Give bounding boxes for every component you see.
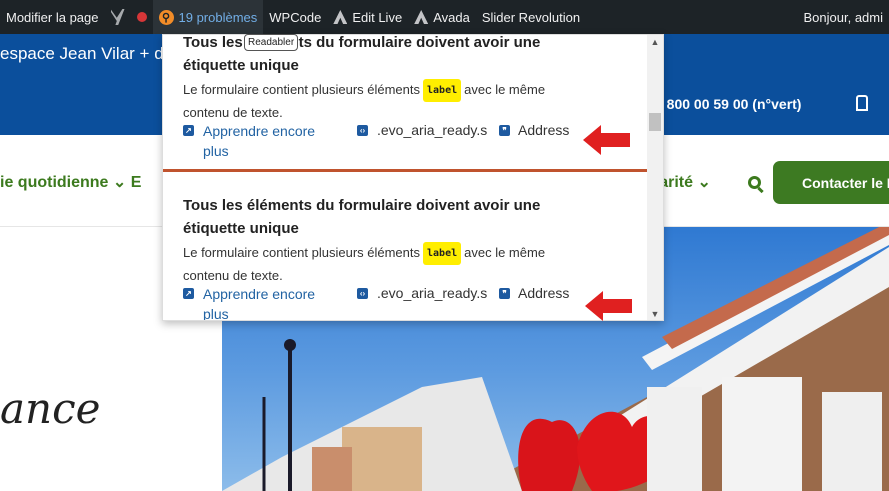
code-icon: ‹› bbox=[357, 125, 368, 136]
user-icon[interactable] bbox=[856, 95, 868, 111]
panel-scrollbar[interactable]: ▲ ▼ bbox=[647, 35, 663, 320]
accessibility-problems-menu[interactable]: ⚲ 19 problèmes bbox=[152, 0, 264, 34]
red-dot-icon bbox=[136, 12, 147, 22]
yoast-icon bbox=[110, 9, 125, 25]
annotation-arrow bbox=[585, 291, 632, 321]
account-menu[interactable]: Bonjour, admi bbox=[804, 0, 889, 34]
search-icon[interactable] bbox=[748, 176, 761, 189]
selector-label: .evo_aria_ready.s bbox=[377, 122, 487, 138]
issue-desc-text: avec le même bbox=[464, 82, 546, 97]
source-label: Address bbox=[518, 122, 570, 138]
scroll-down-icon[interactable]: ▼ bbox=[650, 309, 660, 319]
yoast-menu[interactable] bbox=[105, 0, 131, 34]
avada-menu[interactable]: Avada bbox=[408, 0, 476, 34]
learn-more-label: Apprendre encore plus bbox=[203, 123, 316, 159]
html-tag-badge: label bbox=[423, 79, 462, 103]
edit-live-menu[interactable]: Edit Live bbox=[327, 0, 408, 34]
avada-label: Avada bbox=[433, 9, 470, 25]
site-title-fragment: espace Jean Vilar + d'i bbox=[0, 44, 171, 63]
issue-desc-text: contenu de texte. bbox=[183, 268, 283, 284]
issue-title-line: étiquette unique bbox=[183, 220, 299, 237]
avada-logo-icon bbox=[333, 10, 348, 24]
source-label: Address bbox=[518, 285, 570, 301]
wp-admin-bar: Modifier la page ⚲ 19 problèmes WPCode E… bbox=[0, 0, 889, 34]
wpcode-menu[interactable]: WPCode bbox=[263, 0, 327, 34]
greeting-label: Bonjour, admi bbox=[803, 9, 884, 25]
external-link-icon: ↗ bbox=[183, 125, 194, 136]
issue-title-line: étiquette unique bbox=[183, 57, 299, 74]
selector-label: .evo_aria_ready.s bbox=[377, 285, 487, 301]
issue-description: Le formulaire contient plusieurs élément… bbox=[183, 79, 623, 123]
slider-revolution-menu[interactable]: Slider Revolution bbox=[476, 0, 586, 34]
edit-live-label: Edit Live bbox=[352, 9, 403, 25]
contact-button[interactable]: Contacter le N bbox=[773, 161, 889, 204]
scrollbar-thumb[interactable] bbox=[649, 113, 661, 131]
quote-icon: ❞ bbox=[499, 125, 510, 136]
code-icon: ‹› bbox=[357, 288, 368, 299]
issue-meta: ↗ Apprendre encore plus ‹› .evo_aria_rea… bbox=[183, 285, 623, 321]
issue-item: Tous les éléments du formulaire doivent … bbox=[183, 194, 623, 320]
status-indicator[interactable] bbox=[131, 0, 153, 34]
external-link-icon: ↗ bbox=[183, 288, 194, 299]
edit-page-label: Modifier la page bbox=[6, 9, 99, 25]
problems-count-label: 19 problèmes bbox=[178, 9, 258, 25]
issue-separator bbox=[163, 169, 649, 172]
scroll-up-icon[interactable]: ▲ bbox=[650, 37, 660, 47]
issue-desc-text: Le formulaire contient plusieurs élément… bbox=[183, 82, 421, 97]
quote-icon: ❞ bbox=[499, 288, 510, 299]
slider-revolution-label: Slider Revolution bbox=[481, 9, 581, 25]
phone-number[interactable]: 0 800 00 59 00 (n°vert) bbox=[655, 96, 801, 112]
wpcode-label: WPCode bbox=[269, 9, 322, 25]
issue-description: Le formulaire contient plusieurs élément… bbox=[183, 242, 623, 286]
screen: Modifier la page ⚲ 19 problèmes WPCode E… bbox=[0, 0, 889, 491]
issue-desc-text: Le formulaire contient plusieurs élément… bbox=[183, 245, 421, 260]
issue-desc-text: contenu de texte. bbox=[183, 105, 283, 121]
readabler-tooltip: Readabler bbox=[244, 34, 299, 51]
hero-script-text: ance bbox=[0, 384, 101, 433]
learn-more-label: Apprendre encore plus bbox=[203, 286, 316, 321]
html-tag-badge: label bbox=[423, 242, 462, 266]
main-nav-left[interactable]: ie quotidienne ⌄ E bbox=[0, 172, 141, 192]
accessibility-issues-panel[interactable]: Tous les éléments du formulaire doivent … bbox=[162, 34, 664, 321]
issue-title: Tous les éléments du formulaire doivent … bbox=[183, 194, 623, 240]
accessibility-icon: ⚲ bbox=[158, 9, 174, 25]
issue-meta: ↗ Apprendre encore plus ‹› .evo_aria_rea… bbox=[183, 122, 623, 163]
annotation-arrow bbox=[583, 125, 630, 155]
issue-desc-text: avec le même bbox=[464, 245, 546, 260]
issue-title-line: Tous les éléments du formulaire doivent … bbox=[183, 197, 541, 214]
avada-logo-icon bbox=[414, 10, 429, 24]
edit-page-link[interactable]: Modifier la page bbox=[0, 0, 105, 34]
